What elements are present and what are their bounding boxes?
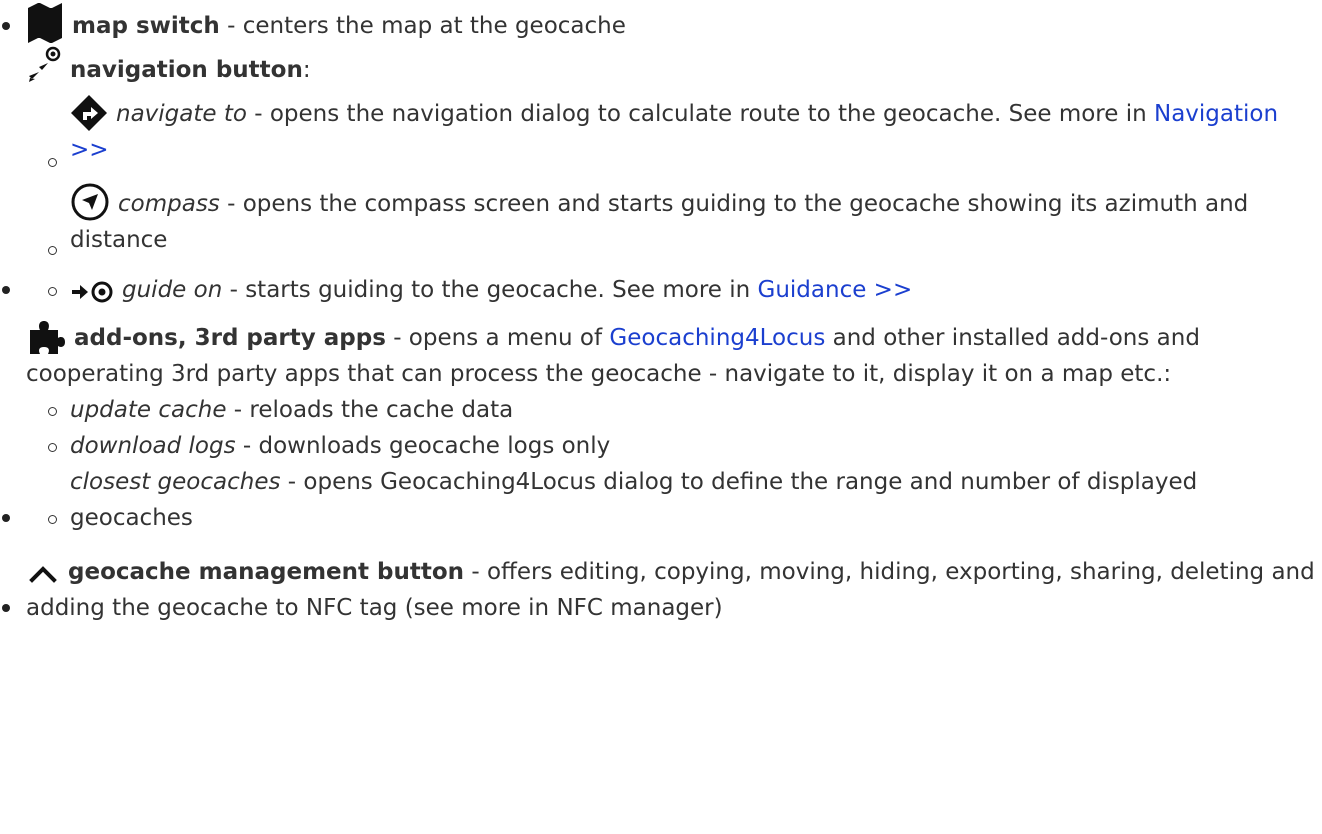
item-description: - opens the compass screen and starts gu…	[70, 191, 1249, 253]
sublist-item-compass: compass - opens the compass screen and s…	[48, 182, 1322, 258]
item-description: - downloads geocache logs only	[235, 433, 611, 459]
item-title: add-ons, 3rd party apps	[74, 325, 386, 351]
puzzle-icon	[26, 316, 66, 356]
list-item-navigation-button: navigation button: navigate to - opens t…	[2, 46, 1322, 308]
item-title: navigate to	[116, 101, 247, 127]
item-description: - opens the navigation dialog to calcula…	[246, 101, 1154, 127]
list-item-geocache-management: geocache management button - offers edit…	[2, 554, 1322, 626]
item-title: geocache management button	[68, 559, 465, 585]
guidance-link[interactable]: Guidance >>	[758, 277, 913, 303]
geocaching4locus-link[interactable]: Geocaching4Locus	[609, 325, 825, 351]
guide-on-icon	[70, 276, 114, 308]
sublist-item-guide-on: guide on - starts guiding to the geocach…	[48, 272, 1322, 308]
item-title: update cache	[70, 397, 227, 423]
list-item-addons: add-ons, 3rd party apps - opens a menu o…	[2, 316, 1322, 536]
sublist-item-navigate-to: navigate to - opens the navigation dialo…	[48, 94, 1322, 168]
item-title: compass	[118, 191, 220, 217]
item-title: download logs	[70, 433, 236, 459]
navigation-sublist: navigate to - opens the navigation dialo…	[26, 94, 1322, 308]
item-description: :	[302, 57, 311, 83]
turn-right-diamond-icon	[70, 94, 108, 132]
list-item-map-switch: map switch - centers the map at the geoc…	[2, 0, 1322, 44]
item-title: map switch	[72, 13, 220, 39]
item-description: - reloads the cache data	[226, 397, 514, 423]
item-description-start: - opens a menu of	[385, 325, 610, 351]
sublist-item-download-logs: download logs - downloads geocache logs …	[48, 428, 1322, 464]
compass-icon	[70, 182, 110, 222]
item-description: - centers the map at the geocache	[219, 13, 626, 39]
chevron-up-icon	[26, 560, 60, 590]
item-title: guide on	[122, 277, 223, 303]
item-title: closest geocaches	[70, 469, 281, 495]
addons-sublist: update cache - reloads the cache data do…	[26, 392, 1322, 536]
sublist-item-closest-geocaches: closest geocaches - opens Geocaching4Loc…	[48, 464, 1322, 536]
item-description: - starts guiding to the geocache. See mo…	[222, 277, 758, 303]
item-title: navigation button	[70, 57, 303, 83]
map-icon	[26, 0, 64, 44]
navigation-icon	[26, 46, 62, 88]
feature-list: map switch - centers the map at the geoc…	[0, 0, 1322, 626]
sublist-item-update-cache: update cache - reloads the cache data	[48, 392, 1322, 428]
